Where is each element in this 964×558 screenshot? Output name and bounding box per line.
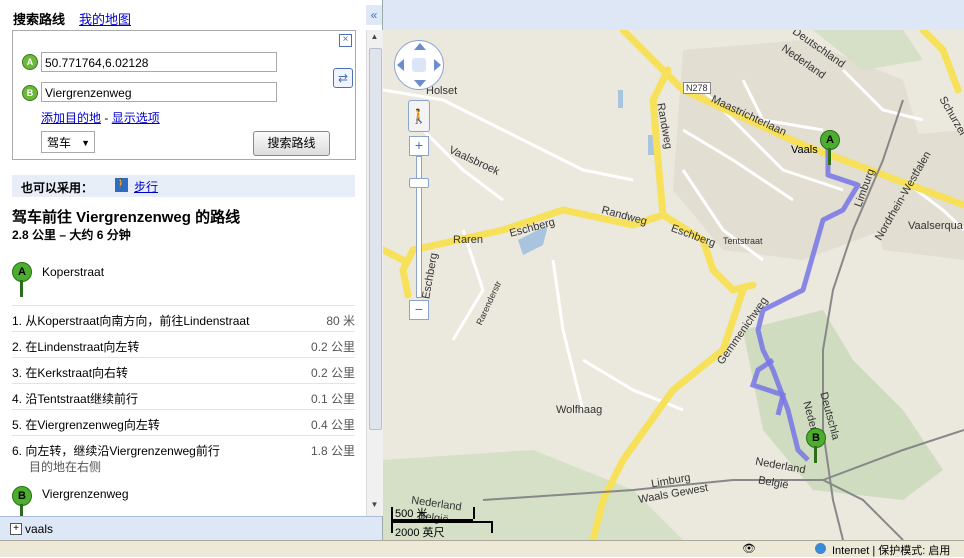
- walking-icon: 🚶: [115, 178, 128, 192]
- add-destination-link[interactable]: 添加目的地: [41, 111, 101, 125]
- tab-my-maps[interactable]: 我的地图: [79, 9, 131, 28]
- route-step-distance: 0.2 公里: [310, 366, 355, 380]
- alternative-modes-bar: 也可以采用： 🚶 步行: [12, 175, 355, 197]
- map-canvas[interactable]: Holset Vaals Vaalsbroek Raren Randweg Ra…: [383, 30, 964, 540]
- route-step-distance: 1.8 公里: [310, 444, 355, 458]
- map-label-vaals: Vaals: [791, 144, 818, 156]
- scroll-down-icon[interactable]: ▼: [369, 500, 380, 514]
- destination-address-input[interactable]: Viergrenzenweg: [41, 82, 277, 102]
- scale-imperial-label: 2000 英尺: [395, 527, 445, 539]
- street-view-person-icon[interactable]: 🚶: [408, 100, 430, 132]
- form-links: 添加目的地 - 显示选项: [41, 109, 160, 126]
- pan-control[interactable]: [394, 40, 444, 90]
- map-graphics: [383, 30, 964, 540]
- collapse-panel-button[interactable]: «: [366, 5, 382, 25]
- start-address-input[interactable]: 50.771764,6.02128: [41, 52, 277, 72]
- panel-scrollbar[interactable]: ▲ ▼: [366, 30, 383, 516]
- privacy-eye-icon[interactable]: 👁: [742, 542, 756, 555]
- travel-mode-value: 驾车: [47, 136, 72, 150]
- scrollbar-thumb[interactable]: [369, 48, 382, 430]
- start-location-label: Koperstraat: [42, 265, 105, 279]
- pan-down-icon[interactable]: [414, 80, 426, 87]
- globe-icon: [815, 543, 826, 554]
- saved-location-label[interactable]: vaals: [25, 522, 53, 536]
- pan-right-icon[interactable]: [434, 59, 441, 71]
- marker-a-icon: A: [22, 54, 38, 70]
- map-marker-a-icon[interactable]: A: [820, 130, 840, 166]
- browser-status-bar: 👁 Internet | 保护模式: 启用: [0, 540, 964, 557]
- route-step-note: 目的地在右侧: [29, 460, 102, 474]
- tab-search-route[interactable]: 搜索路线: [13, 9, 65, 28]
- route-summary: 2.8 公里 – 大约 6 分钟: [12, 228, 131, 242]
- scroll-up-icon[interactable]: ▲: [369, 32, 380, 46]
- map-label-raren: Raren: [453, 234, 483, 246]
- zoom-out-button[interactable]: −: [409, 300, 429, 320]
- route-step-distance: 0.2 公里: [310, 340, 355, 354]
- route-step[interactable]: 2. 在Lindenstraat向左转 0.2 公里: [12, 331, 355, 356]
- map-scale: 500 米 2000 英尺: [391, 505, 501, 539]
- map-label-tentstraat: Tentstraat: [723, 236, 763, 246]
- saved-location-bar: + vaals: [0, 516, 382, 541]
- search-route-button[interactable]: 搜索路线: [253, 131, 330, 156]
- route-step-text: 3. 在Kerkstraat向右转: [12, 366, 129, 380]
- pan-left-icon[interactable]: [397, 59, 404, 71]
- start-marker-icon[interactable]: A: [12, 262, 32, 298]
- expand-icon[interactable]: +: [10, 523, 22, 535]
- route-step-distance: 0.4 公里: [310, 418, 355, 432]
- route-step-text: 1. 从Koperstraat向南方向，前往Lindenstraat: [12, 314, 250, 328]
- end-marker-letter: B: [12, 486, 32, 506]
- pan-up-icon[interactable]: [414, 43, 426, 50]
- route-step-text: 4. 沿Tentstraat继续前行: [12, 392, 139, 406]
- zoom-slider-thumb[interactable]: [409, 178, 429, 188]
- zoom-in-button[interactable]: +: [409, 136, 429, 156]
- directions-form: × A 50.771764,6.02128 B Viergrenzenweg ⇄…: [12, 30, 356, 160]
- end-location-label: Viergrenzenweg: [42, 487, 129, 501]
- route-step[interactable]: 1. 从Koperstraat向南方向，前往Lindenstraat 80 米: [12, 305, 355, 330]
- route-step[interactable]: 6. 向左转，继续沿Viergrenzenweg前行 1.8 公里目的地在右侧: [12, 435, 355, 476]
- route-step[interactable]: 4. 沿Tentstraat继续前行 0.1 公里: [12, 383, 355, 408]
- directions-panel: 搜索路线 我的地图 « × A 50.771764,6.02128 B Vier…: [0, 0, 383, 556]
- map-label-wolfhaag: Wolfhaag: [556, 404, 603, 416]
- swap-directions-icon[interactable]: ⇄: [333, 68, 353, 88]
- start-marker-letter: A: [12, 262, 32, 282]
- route-step-distance: 0.1 公里: [310, 392, 355, 406]
- map-marker-b-icon[interactable]: B: [806, 428, 826, 464]
- links-separator: -: [101, 111, 112, 125]
- route-step[interactable]: 5. 在Viergrenzenweg向左转 0.4 公里: [12, 409, 355, 434]
- route-step-text: 5. 在Viergrenzenweg向左转: [12, 418, 160, 432]
- route-title: 驾车前往 Viergrenzenweg 的路线: [12, 209, 241, 226]
- alternative-modes-label: 也可以采用：: [21, 181, 94, 195]
- map-label-vaalserquartier: Vaalserqua: [908, 220, 963, 232]
- pond-2: [618, 90, 623, 108]
- route-step-text: 6. 向左转，继续沿Viergrenzenweg前行: [12, 444, 220, 458]
- close-icon[interactable]: ×: [339, 34, 352, 47]
- map-label-n278: N278: [683, 82, 711, 94]
- travel-mode-select[interactable]: 驾车 ▼: [41, 131, 95, 153]
- marker-b-icon: B: [22, 85, 38, 101]
- route-step-text: 2. 在Lindenstraat向左转: [12, 340, 140, 354]
- map-toolbar: [383, 0, 964, 30]
- route-step[interactable]: 3. 在Kerkstraat向右转 0.2 公里: [12, 357, 355, 382]
- tab-bar: 搜索路线 我的地图: [0, 0, 365, 30]
- walking-link[interactable]: 步行: [134, 178, 158, 195]
- show-options-link[interactable]: 显示选项: [112, 111, 160, 125]
- route-step-distance: 80 米: [326, 314, 355, 328]
- hand-icon[interactable]: [412, 58, 426, 72]
- chevron-down-icon: ▼: [81, 138, 90, 148]
- map-marker-a-letter: A: [820, 130, 840, 150]
- map-marker-b-letter: B: [806, 428, 826, 448]
